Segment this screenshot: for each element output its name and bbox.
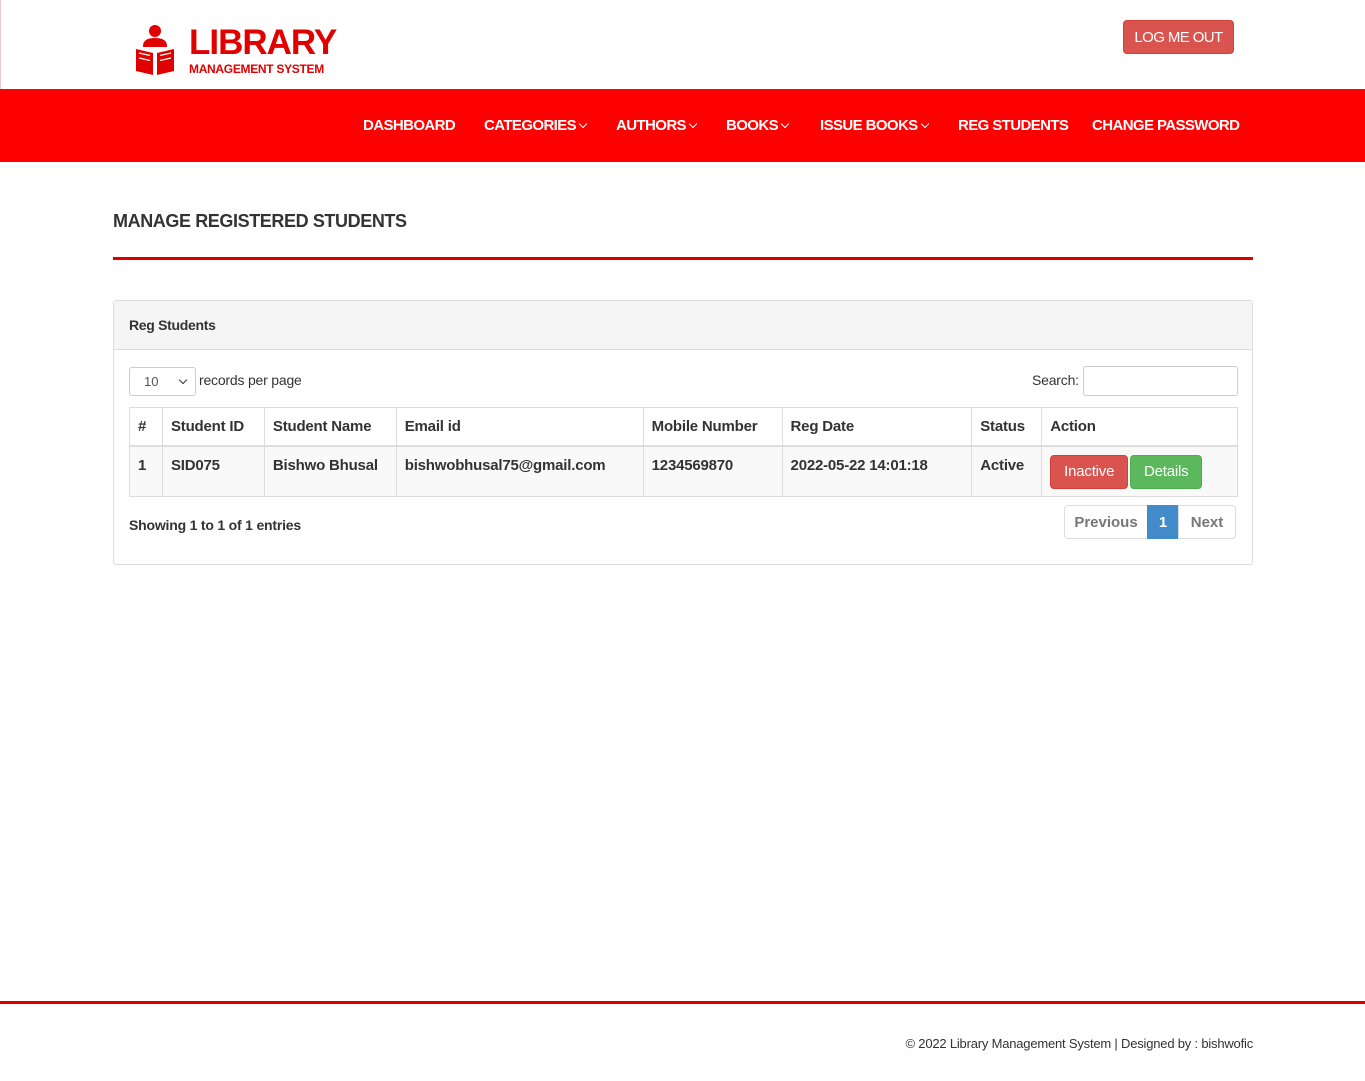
column-header-status[interactable]: Status — [971, 407, 1043, 447]
cell-student-id: SID075 — [161, 445, 265, 497]
search-input[interactable] — [1083, 366, 1238, 396]
chevron-down-icon — [578, 119, 588, 128]
nav-item-books[interactable]: BOOKS — [726, 89, 790, 162]
nav-item-change-password[interactable]: CHANGE PASSWORD — [1092, 89, 1240, 162]
entries-info: Showing 1 to 1 of 1 entries — [129, 517, 301, 533]
brand-title: LIBRARY — [189, 23, 337, 62]
students-table: # Student ID Student Name Email id Mobil… — [129, 407, 1238, 497]
nav-item-issue-books[interactable]: ISSUE BOOKS — [820, 89, 929, 162]
column-header-mobile[interactable]: Mobile Number — [642, 407, 783, 447]
chevron-down-icon — [688, 119, 698, 128]
footer-copyright: © 2022 Library Management System | Desig… — [905, 1036, 1254, 1051]
nav-item-reg-students[interactable]: REG STUDENTS — [958, 89, 1069, 162]
chevron-down-icon — [780, 119, 790, 128]
footer-divider — [0, 1001, 1365, 1004]
details-button[interactable]: Details — [1130, 454, 1203, 489]
cell-action: Inactive Details — [1041, 445, 1238, 497]
table-header-row: # Student ID Student Name Email id Mobil… — [129, 407, 1238, 447]
nav-item-dashboard[interactable]: DASHBOARD — [363, 89, 456, 162]
column-header-student-name[interactable]: Student Name — [263, 407, 397, 447]
cell-status: Active — [971, 445, 1043, 497]
column-header-reg-date[interactable]: Reg Date — [781, 407, 973, 447]
cell-reg-date: 2022-05-22 14:01:18 — [781, 445, 973, 497]
inactive-button[interactable]: Inactive — [1050, 454, 1129, 489]
column-header-email[interactable]: Email id — [395, 407, 644, 447]
reader-book-icon — [134, 24, 176, 76]
pagination: Previous 1 Next — [1064, 505, 1236, 539]
previous-page-button[interactable]: Previous — [1064, 505, 1148, 539]
nav-item-label: DASHBOARD — [363, 117, 456, 134]
cell-email: bishwobhusal75@gmail.com — [395, 445, 644, 497]
column-header-action[interactable]: Action — [1041, 407, 1238, 447]
brand-subtitle: MANAGEMENT SYSTEM — [189, 62, 324, 76]
nav-item-authors[interactable]: AUTHORS — [616, 89, 698, 162]
students-panel: Reg Students 10 records per page Search:… — [113, 300, 1253, 565]
search-label: Search: — [1032, 372, 1079, 388]
nav-item-label: CHANGE PASSWORD — [1092, 117, 1240, 134]
table-row: 1 SID075 Bishwo Bhusal bishwobhusal75@gm… — [129, 445, 1238, 497]
column-header-number[interactable]: # — [129, 407, 163, 447]
nav-item-label: AUTHORS — [616, 117, 687, 134]
nav-item-label: CATEGORIES — [484, 117, 577, 134]
page-title: MANAGE REGISTERED STUDENTS — [113, 211, 407, 231]
title-divider — [113, 257, 1253, 260]
cell-number: 1 — [129, 445, 163, 497]
main-navbar: DASHBOARD CATEGORIES AUTHORS BOOKS ISSUE… — [0, 89, 1365, 162]
cell-mobile: 1234569870 — [642, 445, 783, 497]
cell-student-name: Bishwo Bhusal — [263, 445, 397, 497]
page-1-button[interactable]: 1 — [1147, 505, 1179, 539]
chevron-down-icon — [920, 119, 929, 128]
nav-item-label: ISSUE BOOKS — [820, 117, 918, 134]
panel-heading: Reg Students — [114, 301, 1252, 350]
records-per-page-select[interactable]: 10 — [129, 367, 196, 396]
column-header-student-id[interactable]: Student ID — [161, 407, 265, 447]
logout-button[interactable]: LOG ME OUT — [1123, 20, 1234, 54]
top-header: LIBRARY MANAGEMENT SYSTEM LOG ME OUT — [0, 0, 1365, 89]
chevron-down-icon — [178, 375, 188, 385]
records-per-page-label: records per page — [199, 372, 302, 388]
next-page-button[interactable]: Next — [1178, 505, 1236, 539]
nav-item-categories[interactable]: CATEGORIES — [484, 89, 588, 162]
records-per-page-value: 10 — [144, 374, 159, 389]
brand-logo[interactable]: LIBRARY MANAGEMENT SYSTEM — [134, 23, 337, 77]
nav-item-label: REG STUDENTS — [958, 117, 1069, 134]
nav-item-label: BOOKS — [726, 117, 779, 134]
